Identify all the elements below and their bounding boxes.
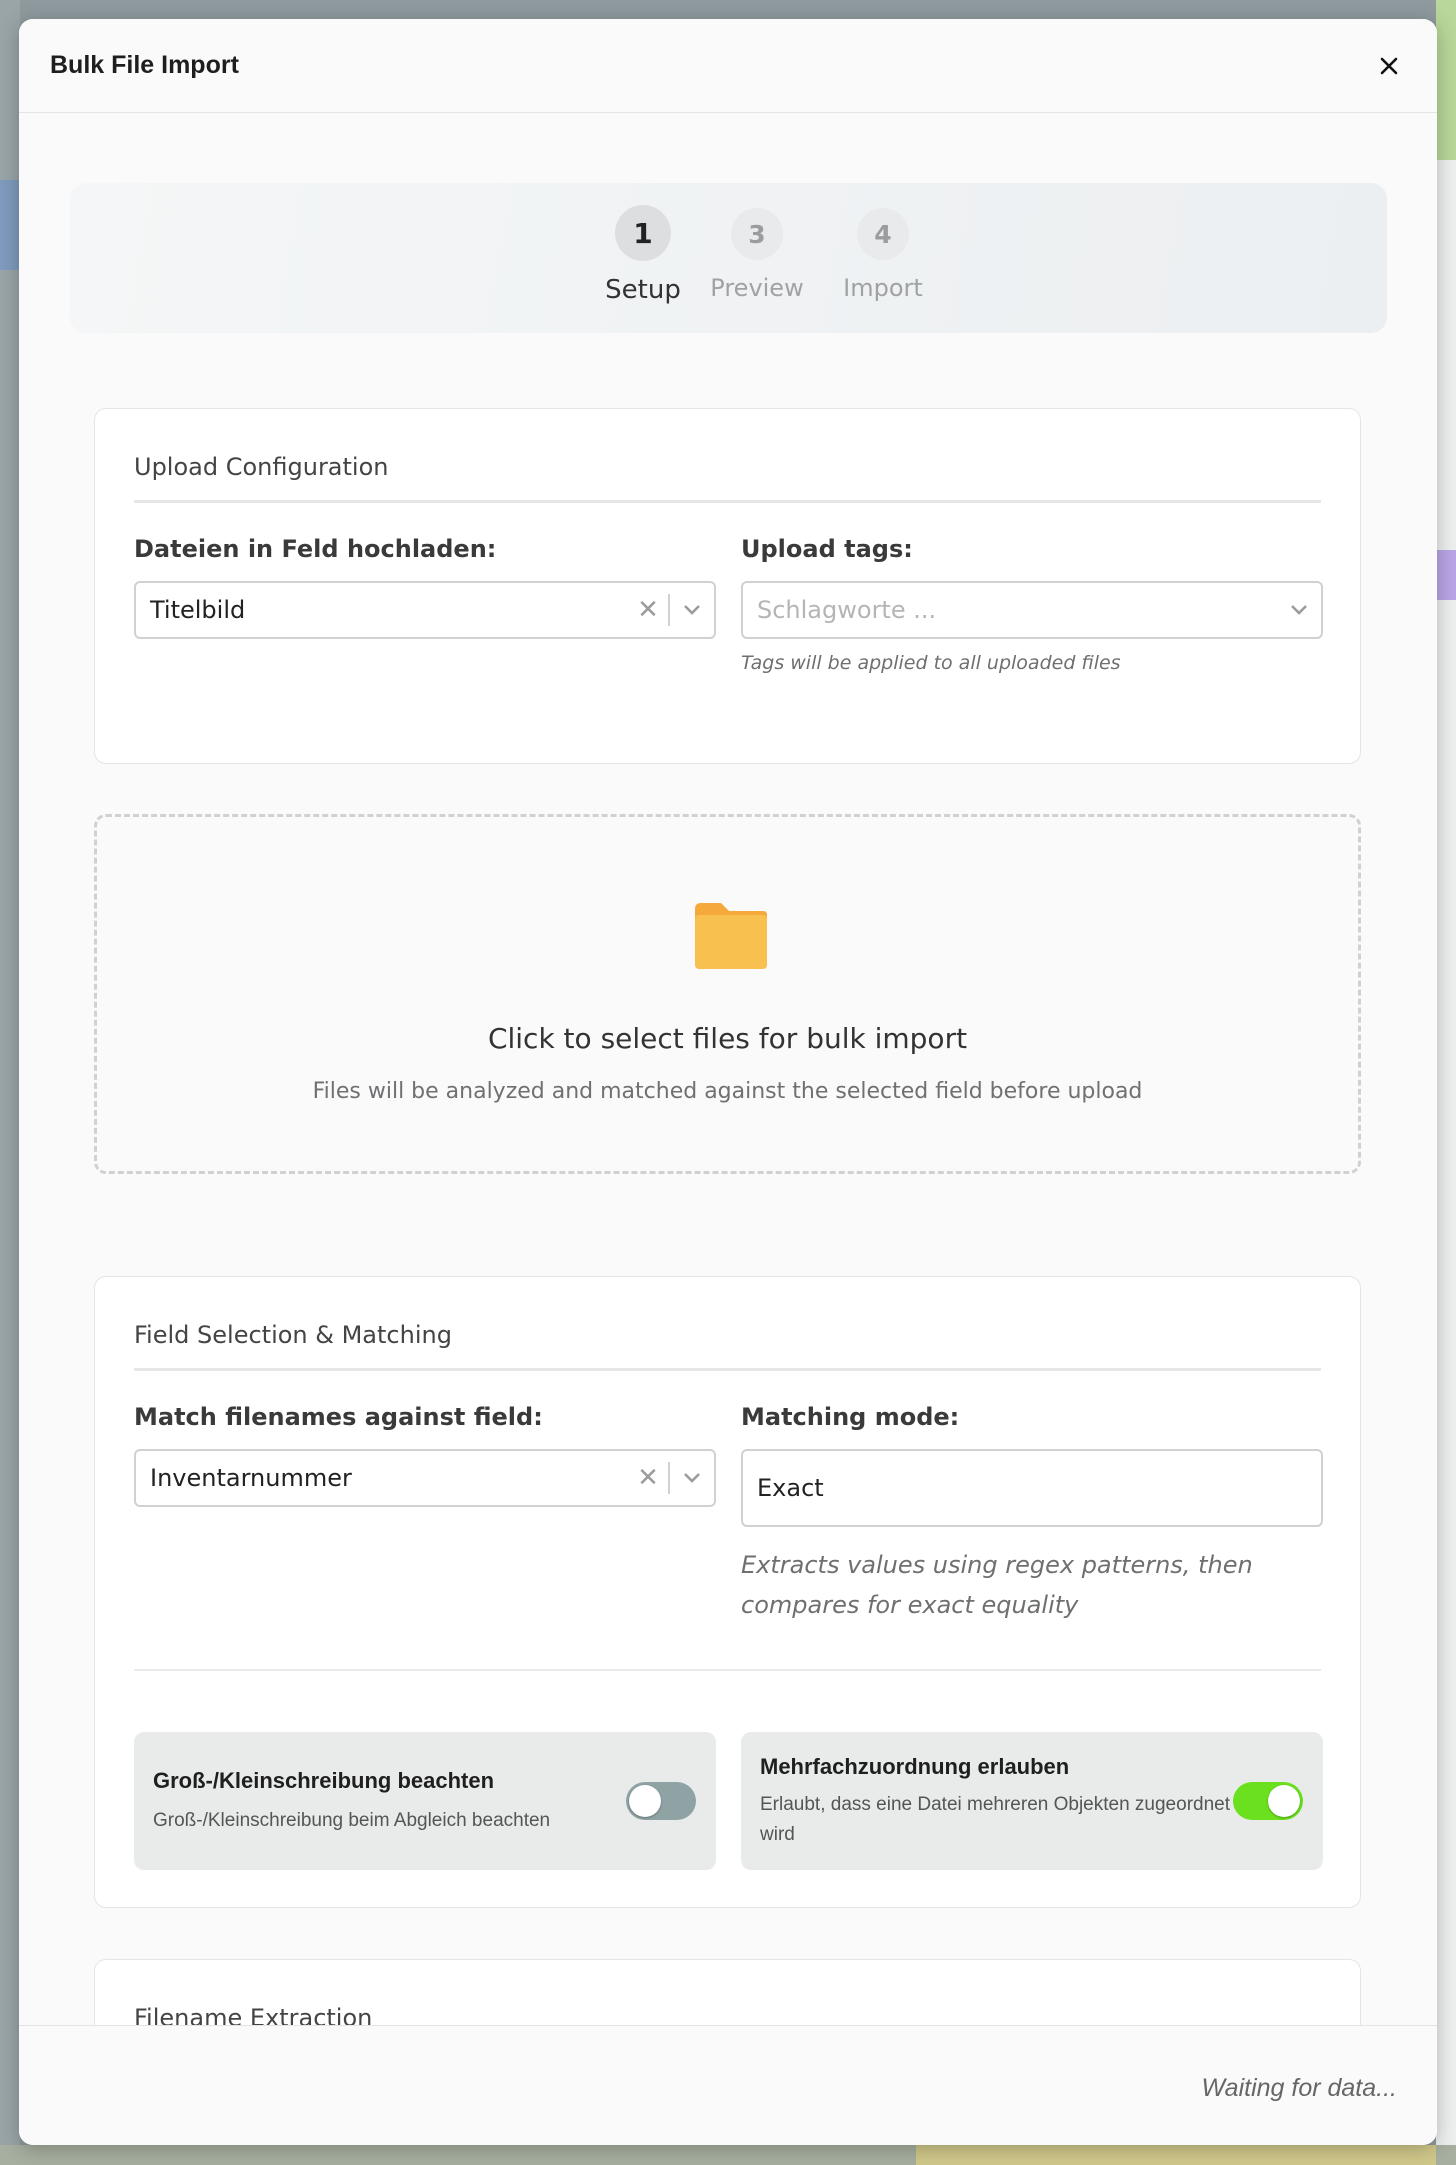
case-sensitive-option: Groß-/Kleinschreibung beachten Groß-/Kle… [134,1732,716,1870]
bulk-import-dialog: Bulk File Import 1 Setup 3 Preview 4 Imp… [19,19,1437,2145]
multi-assign-toggle[interactable] [1233,1782,1303,1820]
dropzone-subtitle: Files will be analyzed and matched again… [312,1079,1143,1104]
match-field-select[interactable]: Inventarnummer ✕ [134,1449,716,1507]
dialog-footer: Waiting for data... [19,2025,1437,2145]
step-setup[interactable]: 1 Setup [583,205,703,305]
upload-field-label: Dateien in Feld hochladen: [134,535,497,563]
backdrop-left [0,0,20,2165]
close-icon [1380,57,1398,74]
step-import[interactable]: 4 Import [813,208,953,302]
case-sensitive-toggle[interactable] [626,1782,696,1820]
backdrop-bottom [0,2145,1456,2165]
folder-icon [695,903,767,969]
step-number: 1 [615,205,671,261]
match-field-label: Match filenames against field: [134,1403,543,1431]
footer-status: Waiting for data... [1201,2074,1397,2102]
clear-icon[interactable]: ✕ [628,1463,668,1493]
upload-tags-placeholder: Schlagworte ... [757,596,937,624]
card-title: Upload Configuration [134,453,1321,503]
divider [134,1669,1321,1671]
matching-mode-select[interactable]: Exact [741,1449,1323,1527]
close-button[interactable] [1372,49,1406,83]
chevron-down-icon[interactable] [1277,604,1321,616]
matching-mode-label: Matching mode: [741,1403,960,1431]
case-sensitive-description: Groß-/Kleinschreibung beim Abgleich beac… [153,1810,551,1831]
multi-assign-option: Mehrfachzuordnung erlauben Erlaubt, dass… [741,1732,1323,1870]
matching-mode-help: Extracts values using regex patterns, th… [741,1551,1253,1619]
multi-assign-description: Erlaubt, dass eine Datei mehreren Objekt… [760,1794,1230,1845]
dialog-title: Bulk File Import [50,51,239,79]
matching-mode-value: Exact [757,1474,824,1502]
multi-assign-title: Mehrfachzuordnung erlauben [760,1754,1070,1779]
upload-configuration-card: Upload Configuration Dateien in Feld hoc… [94,408,1361,764]
upload-field-select[interactable]: Titelbild ✕ [134,581,716,639]
chevron-down-icon[interactable] [670,604,714,616]
step-number: 4 [857,208,909,260]
upload-tags-label: Upload tags: [741,535,913,563]
stepper: 1 Setup 3 Preview 4 Import [70,183,1387,333]
file-dropzone[interactable]: Click to select files for bulk import Fi… [94,814,1361,1174]
dropzone-title: Click to select files for bulk import [487,1022,968,1055]
filename-extraction-card: Filename Extraction [94,1959,1361,2025]
card-title: Filename Extraction [134,2004,373,2025]
dialog-header: Bulk File Import [19,19,1437,113]
dialog-body: 1 Setup 3 Preview 4 Import Upload Config… [19,113,1437,2025]
step-label: Preview [710,274,804,302]
upload-field-value: Titelbild [150,596,246,624]
match-field-value: Inventarnummer [150,1464,352,1492]
field-matching-card: Field Selection & Matching Match filenam… [94,1276,1361,1908]
upload-tags-help: Tags will be applied to all uploaded fil… [741,652,1121,674]
step-label: Setup [605,275,681,305]
clear-icon[interactable]: ✕ [628,595,668,625]
step-preview[interactable]: 3 Preview [687,208,827,302]
step-number: 3 [731,208,783,260]
step-label: Import [843,274,923,302]
backdrop-right [1436,0,1456,2165]
card-title: Field Selection & Matching [134,1321,1321,1371]
case-sensitive-title: Groß-/Kleinschreibung beachten [153,1768,495,1793]
chevron-down-icon[interactable] [670,1472,714,1484]
upload-tags-select[interactable]: Schlagworte ... [741,581,1323,639]
